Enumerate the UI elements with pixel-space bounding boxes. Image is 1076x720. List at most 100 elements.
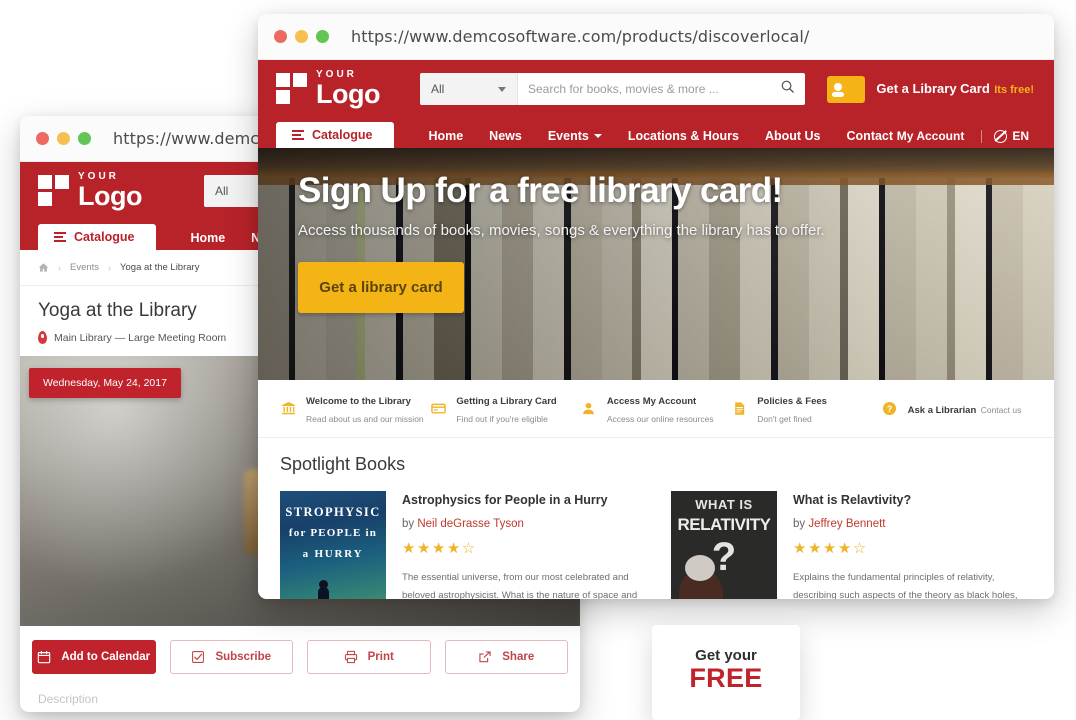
breadcrumb-separator-1: ›: [58, 262, 61, 273]
front-site-logo[interactable]: YOUR Logo: [276, 70, 380, 108]
nav-label-events: Events: [547, 129, 589, 143]
quick-link-my-account[interactable]: Access My Account Access our online reso…: [581, 391, 731, 427]
search-scope-select[interactable]: All: [419, 73, 518, 105]
header-utility-nav[interactable]: My Account EN: [897, 129, 1054, 148]
event-action-buttons[interactable]: Add to Calendar Subscribe Print Share: [20, 626, 580, 686]
book-author-line: by Jeffrey Bennett: [793, 518, 1032, 530]
minimize-window-button[interactable]: [57, 132, 70, 145]
back-traffic-lights[interactable]: [36, 132, 91, 145]
quick-link-title: Welcome to the Library: [306, 395, 411, 407]
nav-item-events[interactable]: Events: [548, 129, 602, 143]
print-button[interactable]: Print: [307, 640, 431, 674]
utility-divider: [981, 129, 983, 143]
maximize-window-button[interactable]: [316, 30, 329, 43]
catalogue-tab[interactable]: Catalogue: [276, 122, 395, 148]
nav-label-locations: Locations & Hours: [627, 129, 739, 143]
cover-line-1: STROPHYSIC: [285, 505, 381, 519]
cover-figure-silhouette: [318, 580, 329, 599]
front-logo-main: Logo: [316, 79, 380, 109]
search-scope-label: All: [430, 82, 445, 96]
quick-link-title: Policies & Fees: [757, 395, 827, 407]
book-title[interactable]: What is Relavtivity?: [793, 493, 1032, 507]
back-catalogue-tab[interactable]: Catalogue: [38, 224, 157, 250]
book-rating-stars[interactable]: ★★★★☆: [793, 539, 1032, 557]
nav-item-locations-hours[interactable]: Locations & Hours: [628, 129, 739, 143]
quick-links-bar[interactable]: Welcome to the Library Read about us and…: [258, 380, 1054, 438]
book-cover-astrophysics[interactable]: STROPHYSIC for PEOPLE in a HURRY: [280, 491, 386, 599]
hero-content: Sign Up for a free library card! Access …: [298, 172, 1024, 313]
subscribe-button[interactable]: Subscribe: [169, 640, 293, 674]
language-label: EN: [1012, 129, 1029, 143]
book-title[interactable]: Astrophysics for People in a Hurry: [402, 493, 641, 507]
search-input[interactable]: [527, 82, 780, 96]
nav-item-news[interactable]: News: [489, 129, 522, 143]
quick-link-library-card[interactable]: Getting a Library Card Find out if you'r…: [430, 391, 580, 427]
nav-item-about-us[interactable]: About Us: [765, 129, 821, 143]
back-site-logo[interactable]: YOUR Logo: [38, 172, 142, 210]
close-window-button[interactable]: [274, 30, 287, 43]
site-search-bar[interactable]: All: [419, 73, 805, 105]
nav-item-home[interactable]: Home: [428, 129, 463, 143]
front-url-text[interactable]: https://www.demcosoftware.com/products/d…: [351, 27, 809, 46]
print-label: Print: [367, 651, 394, 663]
book-cover-relativity[interactable]: WHAT IS RELATIVITY ? AN INTUITIVE INTROD…: [671, 491, 777, 599]
spotlight-book-2[interactable]: WHAT IS RELATIVITY ? AN INTUITIVE INTROD…: [671, 491, 1032, 599]
by-prefix: by: [402, 518, 418, 530]
cover-line-2: RELATIVITY: [677, 515, 771, 534]
nav-label-news: News: [489, 129, 522, 143]
cover-line-3: a HURRY: [302, 548, 364, 560]
nav-item-contact[interactable]: Contact: [847, 129, 894, 143]
screenshot-stage: https://www.demcosoftw YOUR Logo All Cat…: [0, 0, 1076, 720]
front-traffic-lights[interactable]: [274, 30, 329, 43]
maximize-window-button[interactable]: [78, 132, 91, 145]
book-author-line: by Neil deGrasse Tyson: [402, 518, 641, 530]
get-library-card-cta[interactable]: Get a Library Card Its free!: [827, 75, 1054, 103]
event-location-text: Main Library — Large Meeting Room: [54, 331, 227, 344]
get-library-card-button[interactable]: Get a library card: [298, 261, 464, 313]
list-icon: [292, 130, 304, 140]
logo-squares-icon: [38, 175, 69, 206]
user-icon: [581, 401, 597, 417]
back-logo-main: Logo: [78, 181, 142, 211]
subscribe-label: Subscribe: [215, 651, 272, 663]
logo-squares-icon: [276, 73, 307, 104]
back-nav-item-home[interactable]: Home: [190, 231, 225, 245]
nav-label-home: Home: [428, 129, 464, 143]
my-account-label: My Account: [896, 129, 965, 143]
quick-link-welcome[interactable]: Welcome to the Library Read about us and…: [280, 391, 430, 427]
cta-title: Get a Library Card: [876, 81, 990, 96]
map-pin-icon: [38, 331, 47, 344]
front-header-top: YOUR Logo All Search for books, movies &…: [258, 60, 1054, 118]
card-icon: [430, 401, 446, 417]
main-nav[interactable]: Home News Events Locations & Hours About…: [428, 129, 893, 148]
quick-link-ask-librarian[interactable]: ? Ask a Librarian Contact us: [882, 400, 1032, 418]
get-your-free-card-promo[interactable]: Get your FREE: [652, 625, 800, 720]
free-card-line-2: FREE: [689, 663, 763, 693]
search-input-wrap[interactable]: [518, 73, 805, 105]
book-author[interactable]: Neil deGrasse Tyson: [417, 518, 524, 530]
nav-label-contact: Contact: [846, 129, 894, 143]
add-to-calendar-button[interactable]: Add to Calendar: [32, 640, 156, 674]
close-window-button[interactable]: [36, 132, 49, 145]
front-browser-window[interactable]: https://www.demcosoftware.com/products/d…: [258, 14, 1054, 599]
back-search-scope-label: All: [214, 184, 229, 198]
home-icon[interactable]: [38, 262, 49, 273]
search-icon[interactable]: [780, 79, 795, 99]
event-date-badge: Wednesday, May 24, 2017: [29, 368, 181, 398]
book-author[interactable]: Jeffrey Bennett: [808, 518, 885, 530]
book-description: The essential universe, from our most ce…: [402, 572, 638, 599]
quick-link-subtitle: Don't get fined: [757, 413, 812, 424]
share-button[interactable]: Share: [444, 640, 568, 674]
breadcrumb-item-events[interactable]: Events: [70, 262, 99, 273]
add-to-calendar-label: Add to Calendar: [61, 651, 151, 663]
spotlight-book-1[interactable]: STROPHYSIC for PEOPLE in a HURRY Astroph…: [280, 491, 641, 599]
my-account-menu[interactable]: My Account: [897, 129, 970, 143]
quick-link-policies-fees[interactable]: Policies & Fees Don't get fined: [731, 391, 881, 427]
book-rating-stars[interactable]: ★★★★☆: [402, 539, 641, 557]
minimize-window-button[interactable]: [295, 30, 308, 43]
quick-link-title: Access My Account: [606, 395, 697, 407]
quick-link-subtitle: Find out if you're eligible: [456, 413, 548, 424]
language-selector[interactable]: EN: [994, 129, 1034, 143]
hero-subheading: Access thousands of books, movies, songs…: [298, 221, 825, 239]
list-icon: [54, 232, 66, 242]
